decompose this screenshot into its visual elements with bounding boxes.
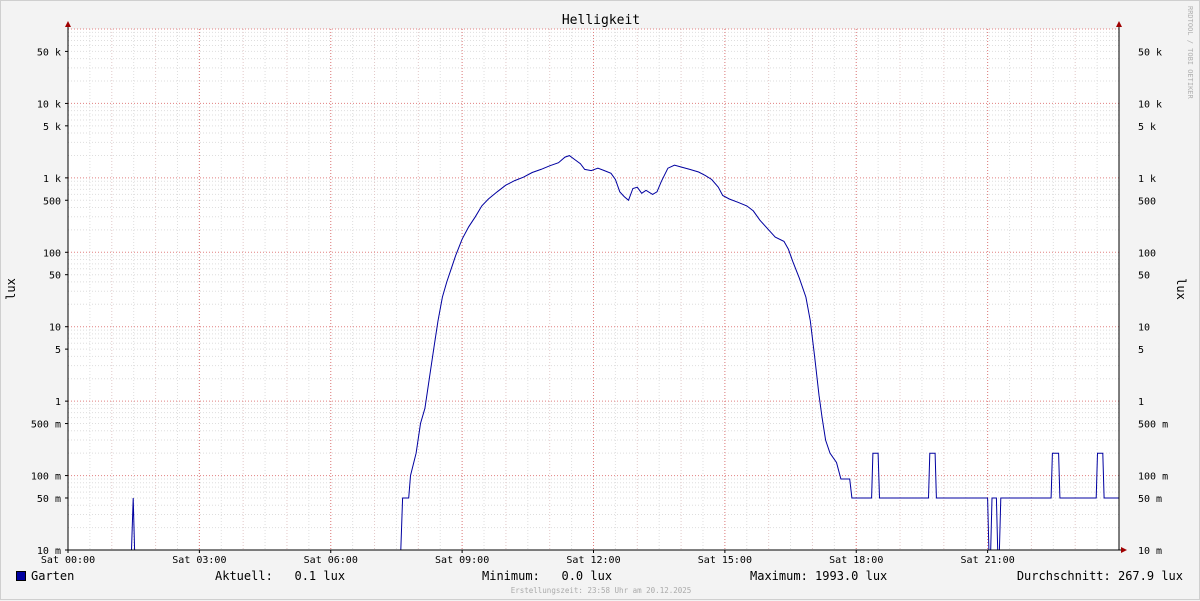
- legend-series-name: Garten: [31, 569, 75, 583]
- y-tick-label-left: 500 m: [31, 420, 61, 431]
- x-tick-label: Sat 15:00: [698, 555, 752, 566]
- y-tick-label-left: 50 k: [37, 47, 61, 58]
- y-axis-label-left: lux: [4, 278, 18, 300]
- x-tick-label: Sat 18:00: [829, 555, 883, 566]
- chart-frame: 50 k 10 k 5 k 1 k 500 100 50 10 5 1 500 m 100 m 50 m…: [0, 0, 1200, 600]
- y-tick-label-left: 500: [43, 196, 61, 207]
- x-tick-label: Sat 09:00: [435, 555, 489, 566]
- y-tick-label-right: 1 k: [1138, 174, 1156, 185]
- y-tick-label-right: 1: [1138, 397, 1144, 408]
- y-tick-label-right: 100: [1138, 248, 1156, 259]
- legend-minimum: Minimum: 0.0 lux: [482, 569, 613, 583]
- y-tick-label-right: 10: [1138, 323, 1150, 334]
- y-axis-arrow-right: [1116, 21, 1122, 27]
- y-tick-label-right: 10 k: [1138, 99, 1162, 110]
- x-tick-labels: Sat 00:00 Sat 03:00 Sat 06:00 Sat 09:00 Sat …: [41, 550, 1015, 566]
- y-tick-label-right: 100 m: [1138, 472, 1168, 483]
- y-tick-label-left: 5 k: [43, 122, 61, 133]
- y-tick-label-right: 500 m: [1138, 420, 1168, 431]
- x-tick-label: Sat 03:00: [172, 555, 226, 566]
- y-tick-label-left: 1 k: [43, 174, 61, 185]
- y-tick-label-left: 5: [55, 345, 61, 356]
- y-tick-label-right: 5: [1138, 345, 1144, 356]
- watermark: RRDTOOL / TOBI OETIKER: [1186, 6, 1194, 100]
- x-tick-label: Sat 12:00: [566, 555, 620, 566]
- legend-swatch: [16, 571, 26, 581]
- y-tick-label-right: 500: [1138, 196, 1156, 207]
- y-tick-label-left: 100 m: [31, 472, 61, 483]
- creation-timestamp: Erstellungszeit: 23:58 Uhr am 20.12.2025: [510, 586, 692, 595]
- chart-title: Helligkeit: [562, 13, 640, 28]
- y-tick-label-right: 50 k: [1138, 47, 1162, 58]
- y-tick-label-right: 50: [1138, 271, 1150, 282]
- legend-average: Durchschnitt: 267.9 lux: [1016, 569, 1183, 583]
- y-tick-label-left: 50 m: [37, 494, 61, 505]
- y-tick-labels-left: 50 k 10 k 5 k 1 k 500 100 50 10 5 1 500 m 100 m 50 m…: [31, 47, 68, 557]
- x-tick-label: Sat 21:00: [961, 555, 1015, 566]
- legend-maximum: Maximum: 1993.0 lux: [750, 569, 888, 583]
- y-tick-label-left: 10: [49, 323, 61, 334]
- y-tick-label-right: 50 m: [1138, 494, 1162, 505]
- y-axis-arrow-left: [65, 21, 71, 27]
- y-tick-labels-right: 50 k 10 k 5 k 1 k 500 100 50 10 5 1 500 m 100 m 50 m…: [1138, 47, 1168, 557]
- x-tick-label: Sat 06:00: [304, 555, 358, 566]
- y-tick-label-right: 5 k: [1138, 122, 1156, 133]
- y-axis-label-right: lux: [1174, 278, 1188, 300]
- y-tick-label-left: 100: [43, 248, 61, 259]
- legend-current: Aktuell: 0.1 lux: [215, 569, 346, 583]
- brightness-chart: 50 k 10 k 5 k 1 k 500 100 50 10 5 1 500 m 100 m 50 m…: [4, 6, 1194, 566]
- y-tick-label-left: 10 k: [37, 99, 61, 110]
- y-tick-label-left: 1: [55, 397, 61, 408]
- y-tick-label-right: 10 m: [1138, 546, 1162, 557]
- y-tick-label-left: 50: [49, 271, 61, 282]
- x-tick-label: Sat 00:00: [41, 555, 95, 566]
- x-axis-arrow: [1121, 547, 1127, 553]
